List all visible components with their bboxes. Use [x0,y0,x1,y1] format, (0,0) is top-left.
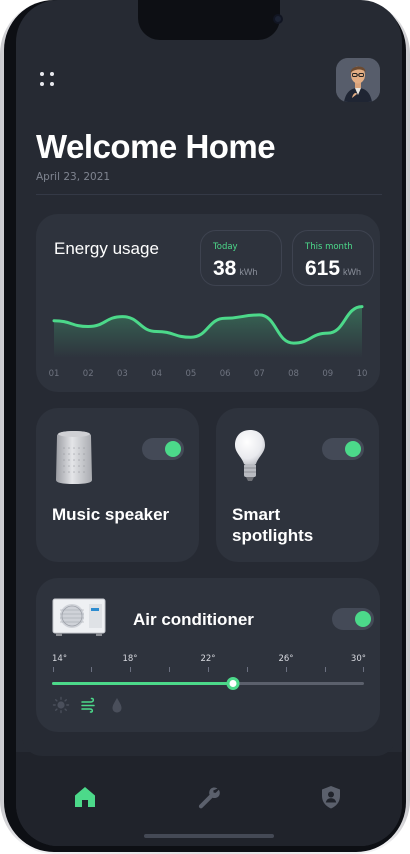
phone-frame: Welcome Home April 23, 2021 Energy usage… [0,0,410,854]
spotlights-toggle[interactable] [322,438,364,460]
bottom-navigation [16,752,402,846]
page-title: Welcome Home [36,128,276,165]
camera-icon [273,14,283,24]
temperature-slider[interactable] [52,677,364,690]
menu-icon[interactable] [38,70,58,90]
x-tick-label: 01 [49,369,60,379]
app-screen: Welcome Home April 23, 2021 Energy usage… [16,0,402,846]
slider-tick [130,667,131,672]
avatar[interactable] [336,58,380,102]
today-number: 38 [213,257,237,280]
month-value: 615 kWh [305,257,361,281]
home-indicator [144,834,274,838]
month-unit: kWh [343,267,362,277]
energy-area [54,306,362,358]
energy-usage-card[interactable]: Energy usage Today 38 kWh This month 615 k… [36,214,380,392]
smart-spotlights-label: Smart spotlights [232,505,314,545]
air-conditioner-icon [52,598,106,636]
x-tick-label: 09 [322,369,333,379]
x-tick-label: 05 [185,369,196,379]
air-conditioner-label: Air conditioner [133,610,254,629]
wrench-icon[interactable] [196,784,222,810]
wind-icon[interactable] [80,696,98,714]
slider-thumb[interactable] [226,677,240,690]
slider-tick [208,667,209,672]
energy-chart: 01 02 03 04 05 06 07 08 09 10 [49,305,368,379]
temp-label-22: 22° [200,654,216,664]
shield-user-icon[interactable] [318,784,344,810]
temp-label-30: 30° [350,654,366,664]
temp-label-26: 26° [278,654,294,664]
user-avatar-icon [336,58,380,102]
lightbulb-icon [235,430,265,481]
month-label: This month [305,242,353,252]
month-stat[interactable]: This month 615 kWh [292,230,374,286]
today-label: Today [213,242,238,252]
temp-label-14: 14° [52,654,68,664]
drop-icon[interactable] [108,696,126,714]
speaker-toggle[interactable] [142,438,184,460]
home-icon[interactable] [72,784,98,810]
notch [138,0,283,40]
temp-label-18: 18° [122,654,138,664]
today-unit: kWh [239,267,258,277]
toggle-knob [165,441,181,457]
x-tick-label: 10 [357,369,368,379]
phone-bezel: Welcome Home April 23, 2021 Energy usage… [4,0,406,852]
slider-tick [363,667,364,672]
music-speaker-card[interactable]: Music speaker [36,408,199,562]
air-conditioner-card[interactable]: Air conditioner 14° 18° 22° 26° 30° [36,578,380,732]
today-value: 38 kWh [213,257,257,281]
x-tick-label: 06 [220,369,231,379]
ac-toggle[interactable] [332,608,374,630]
sun-icon[interactable] [52,696,70,714]
slider-tick [53,667,54,672]
today-stat[interactable]: Today 38 kWh [200,230,282,286]
slider-tick [247,667,248,672]
x-tick-label: 07 [254,369,265,379]
x-tick-label: 04 [151,369,162,379]
smart-spotlights-card[interactable]: Smart spotlights [216,408,379,562]
x-tick-label: 08 [288,369,299,379]
content-edge [22,736,396,756]
divider [36,194,382,195]
x-tick-label: 02 [83,369,94,379]
slider-tick [169,667,170,672]
page-date: April 23, 2021 [36,171,111,183]
toggle-knob [355,611,371,627]
toggle-knob [345,441,361,457]
music-speaker-label: Music speaker [52,505,170,524]
month-number: 615 [305,257,341,280]
energy-usage-label: Energy usage [54,239,159,258]
speaker-icon [56,431,92,484]
slider-tick [325,667,326,672]
slider-tick [91,667,92,672]
slider-tick [286,667,287,672]
slider-fill [52,682,233,685]
x-tick-label: 03 [117,369,128,379]
